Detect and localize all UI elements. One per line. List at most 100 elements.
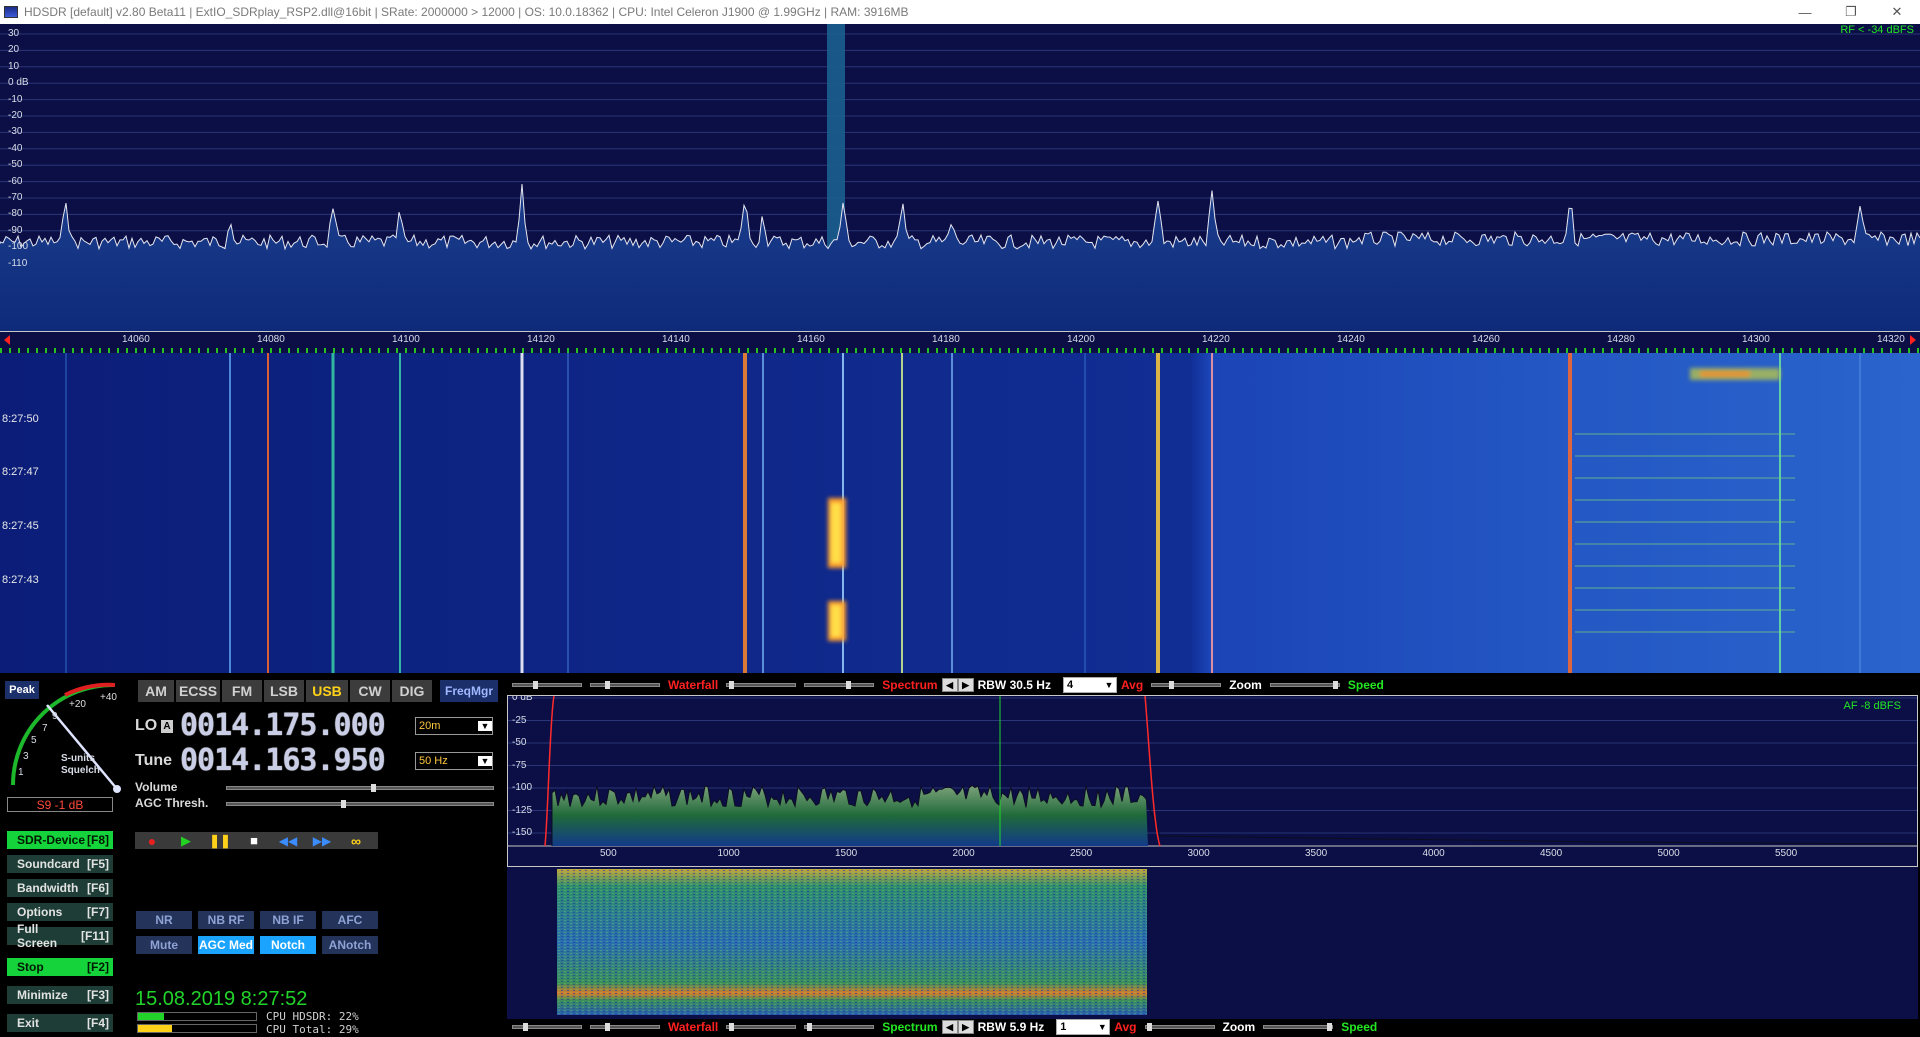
af-waterfall-contrast-slider[interactable] bbox=[512, 1023, 582, 1031]
notch-button[interactable]: Notch bbox=[260, 936, 316, 954]
af-level-label: AF -8 dBFS bbox=[1843, 700, 1901, 712]
mode-am-button[interactable]: AM bbox=[138, 680, 174, 702]
avg-label: Avg bbox=[1120, 678, 1144, 692]
speed-label: Speed bbox=[1347, 678, 1384, 692]
rbw-right-icon[interactable]: ▶ bbox=[957, 678, 974, 692]
nr-button[interactable]: NR bbox=[136, 911, 192, 929]
minimize-window-button[interactable]: — bbox=[1782, 0, 1828, 24]
rf-spectrum-display[interactable]: 30 20 10 0 dB -10 -20 -30 -40 -50 -60 -70 -80 -90 -10… bbox=[0, 24, 1920, 331]
af-rbw-left-icon[interactable]: ◀ bbox=[941, 1020, 958, 1034]
nb-rf-button[interactable]: NB RF bbox=[198, 911, 254, 929]
rf-db-tick: -40 bbox=[8, 142, 23, 154]
lo-frequency-display[interactable]: 0014.175.000 bbox=[180, 708, 386, 743]
rf-db-tick: -10 bbox=[8, 93, 23, 105]
mute-button[interactable]: Mute bbox=[136, 936, 192, 954]
mode-dig-button[interactable]: DIG bbox=[392, 680, 432, 702]
af-rbw-right-icon[interactable]: ▶ bbox=[957, 1020, 974, 1034]
rf-freq-tick: 14160 bbox=[797, 334, 825, 345]
speed-slider[interactable] bbox=[1269, 681, 1340, 689]
s-meter-s1: 1 bbox=[18, 767, 24, 778]
s-units-label: S-units bbox=[61, 753, 95, 764]
squelch-label[interactable]: Squelch bbox=[61, 765, 100, 776]
rf-noise-fill bbox=[0, 184, 1920, 331]
avg-select[interactable]: 4 ▼ bbox=[1062, 677, 1117, 693]
cpu-total-fill bbox=[138, 1025, 173, 1032]
waterfall-timestamp: 8:27:43 bbox=[2, 574, 39, 586]
full-screen-button[interactable]: Full Screen [F11] bbox=[7, 922, 113, 950]
rf-frequency-axis[interactable]: 14060 14080 14100 14120 14140 14160 14180 14200… bbox=[0, 331, 1920, 353]
record-icon[interactable]: ● bbox=[135, 833, 169, 849]
afc-button[interactable]: AFC bbox=[322, 911, 378, 929]
waterfall-contrast-slider[interactable] bbox=[512, 681, 582, 689]
af-avg-select[interactable]: 1 ▼ bbox=[1056, 1019, 1111, 1035]
mode-usb-button[interactable]: USB bbox=[306, 680, 348, 702]
volume-slider[interactable] bbox=[226, 784, 494, 792]
stop-button[interactable]: Stop [F2] bbox=[7, 958, 113, 976]
stop-icon[interactable]: ■ bbox=[237, 833, 271, 848]
title-bar: HDSDR [default] v2.80 Beta11 | ExtIO_SDR… bbox=[0, 0, 1920, 24]
waterfall-brightness-slider[interactable] bbox=[590, 681, 660, 689]
tune-step-select[interactable]: 50 Hz ▼ bbox=[415, 752, 493, 770]
s-meter-s5: 5 bbox=[31, 735, 37, 746]
chevron-down-icon: ▼ bbox=[1104, 680, 1114, 690]
af-freq-tick: 4500 bbox=[1540, 848, 1563, 859]
mode-ecss-button[interactable]: ECSS bbox=[176, 680, 220, 702]
rbw-left-icon[interactable]: ◀ bbox=[941, 678, 958, 692]
af-spectrum-display[interactable]: 0 dB -25 -50 -75 -100 -125 -150 500 1000 1500 200… bbox=[507, 695, 1918, 867]
tune-label: Tune bbox=[135, 752, 173, 769]
rf-freq-tick: 14300 bbox=[1742, 334, 1770, 345]
play-icon[interactable]: ▶ bbox=[169, 833, 203, 849]
af-audio-fill bbox=[552, 785, 1148, 846]
af-waterfall-display[interactable] bbox=[507, 867, 1918, 1019]
lo-label: LO bbox=[135, 717, 158, 734]
rf-freq-tick: 14100 bbox=[392, 334, 420, 345]
agc-threshold-slider[interactable] bbox=[226, 800, 494, 808]
af-zoom-slider[interactable] bbox=[1144, 1023, 1215, 1031]
rf-db-tick: -20 bbox=[8, 110, 23, 121]
mode-fm-button[interactable]: FM bbox=[222, 680, 262, 702]
band-select[interactable]: 20m ▼ bbox=[415, 717, 493, 735]
mode-cw-button[interactable]: CW bbox=[350, 680, 390, 702]
scroll-right-icon[interactable] bbox=[1910, 335, 1916, 345]
spectrum-contrast-slider[interactable] bbox=[726, 681, 797, 689]
af-freq-tick: 4000 bbox=[1422, 848, 1445, 859]
rf-spectrum-plot bbox=[0, 24, 1920, 331]
af-waterfall-controls: Waterfall Spectrum ◀ ▶ RBW 5.9 Hz 1 ▼ Avg … bbox=[508, 1018, 1381, 1036]
pause-icon[interactable]: ❚❚ bbox=[203, 833, 237, 849]
tune-frequency-display[interactable]: 0014.163.950 bbox=[180, 743, 386, 778]
rf-db-tick: -90 bbox=[8, 224, 23, 236]
af-speed-slider[interactable] bbox=[1263, 1023, 1334, 1031]
rf-waterfall-display[interactable]: 8:27:50 8:27:47 8:27:45 8:27:43 bbox=[0, 353, 1920, 673]
spectrum-brightness-slider[interactable] bbox=[804, 681, 875, 689]
anotch-button[interactable]: ANotch bbox=[322, 936, 378, 954]
af-spectrum-contrast-slider[interactable] bbox=[726, 1023, 797, 1031]
minimize-button[interactable]: Minimize [F3] bbox=[7, 986, 113, 1004]
spectrum-label: Spectrum bbox=[882, 678, 938, 692]
af-waterfall-brightness-slider[interactable] bbox=[590, 1023, 660, 1031]
freqmgr-button[interactable]: FreqMgr bbox=[440, 680, 498, 702]
rf-level-label: RF < -34 dBFS bbox=[1840, 24, 1914, 36]
zoom-slider[interactable] bbox=[1151, 681, 1222, 689]
rbw-label: RBW 30.5 Hz bbox=[977, 678, 1051, 692]
af-spectrum-brightness-slider[interactable] bbox=[804, 1023, 875, 1031]
rf-freq-tick: 14240 bbox=[1337, 334, 1365, 345]
restore-window-button[interactable]: ❐ bbox=[1828, 0, 1874, 24]
tune-step-value: 50 Hz bbox=[419, 755, 448, 767]
bandwidth-button[interactable]: Bandwidth [F6] bbox=[7, 879, 113, 897]
nb-if-button[interactable]: NB IF bbox=[260, 911, 316, 929]
options-button[interactable]: Options [F7] bbox=[7, 903, 113, 921]
rewind-icon[interactable]: ◀◀ bbox=[271, 834, 305, 848]
vfo-a-badge[interactable]: A bbox=[161, 720, 173, 733]
window-title: HDSDR [default] v2.80 Beta11 | ExtIO_SDR… bbox=[24, 5, 909, 19]
scroll-left-icon[interactable] bbox=[4, 335, 10, 345]
close-window-button[interactable]: ✕ bbox=[1874, 0, 1920, 24]
agc-med-button[interactable]: AGC Med bbox=[198, 936, 254, 954]
exit-button[interactable]: Exit [F4] bbox=[7, 1014, 113, 1032]
s-meter-s7: 7 bbox=[42, 723, 48, 734]
af-db-tick: -100 bbox=[512, 782, 533, 793]
soundcard-button[interactable]: Soundcard [F5] bbox=[7, 855, 113, 873]
fast-forward-icon[interactable]: ▶▶ bbox=[305, 834, 339, 848]
mode-lsb-button[interactable]: LSB bbox=[264, 680, 304, 702]
loop-icon[interactable]: ∞ bbox=[339, 833, 373, 849]
sdr-device-button[interactable]: SDR-Device [F8] bbox=[7, 831, 113, 849]
